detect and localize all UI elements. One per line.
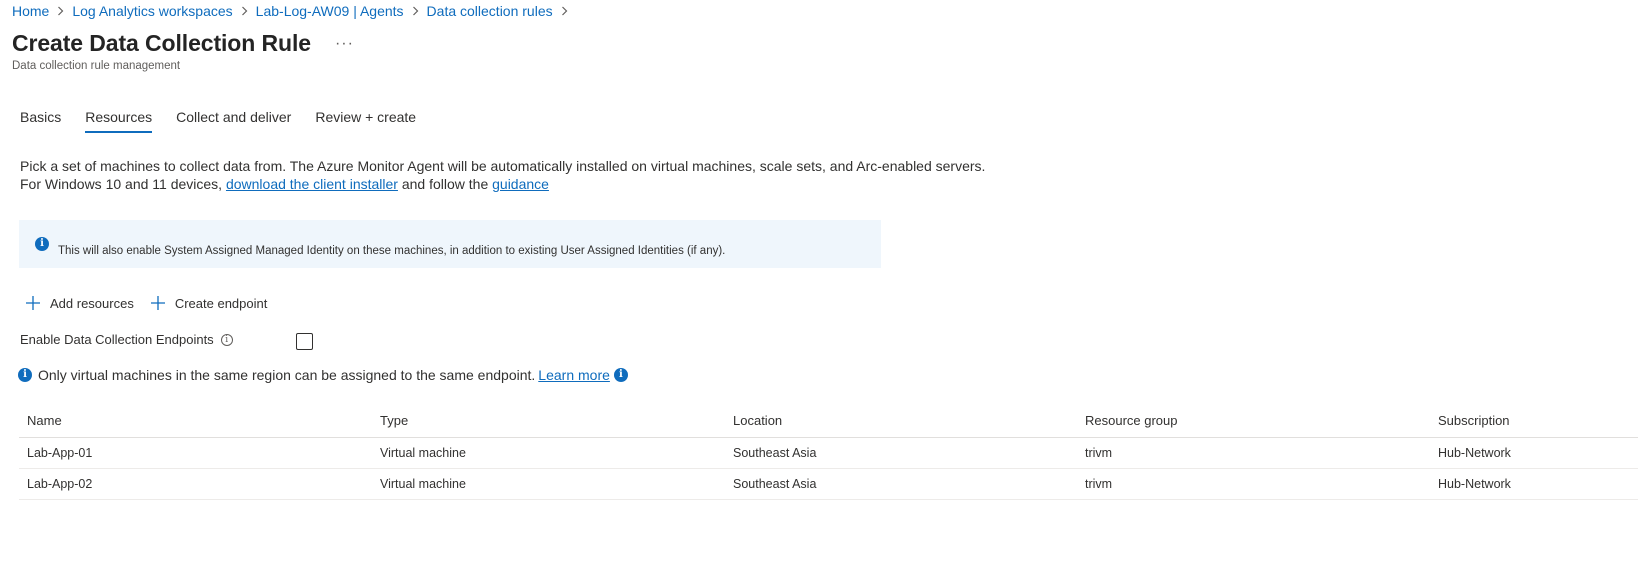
info-banner: i This will also enable System Assigned …	[19, 220, 881, 268]
create-endpoint-label: Create endpoint	[174, 295, 268, 311]
info-icon: i	[18, 368, 32, 382]
breadcrumb-home[interactable]: Home	[12, 3, 49, 19]
learn-more-link[interactable]: Learn more	[538, 367, 610, 383]
resources-description: Pick a set of machines to collect data f…	[20, 157, 985, 193]
chevron-right-icon	[411, 6, 420, 16]
breadcrumb: Home Log Analytics workspaces Lab-Log-AW…	[12, 3, 576, 19]
enable-dce-checkbox[interactable]	[296, 333, 313, 350]
plus-icon	[150, 296, 165, 310]
plus-icon	[26, 296, 40, 310]
chevron-right-icon	[56, 6, 65, 16]
create-endpoint-button[interactable]: Create endpoint	[150, 295, 268, 311]
table-row[interactable]: Lab-App-02 Virtual machine Southeast Asi…	[19, 469, 1638, 500]
add-resources-button[interactable]: Add resources	[25, 295, 134, 311]
description-line-2-prefix: For Windows 10 and 11 devices,	[20, 176, 226, 192]
cell-subscription: Hub-Network	[1438, 477, 1511, 491]
description-line-2: For Windows 10 and 11 devices, download …	[20, 175, 985, 193]
column-header-subscription[interactable]: Subscription	[1430, 413, 1638, 428]
info-icon: i	[35, 237, 49, 251]
cell-subscription: Hub-Network	[1438, 446, 1511, 460]
download-client-installer-link[interactable]: download the client installer	[226, 176, 398, 192]
cell-name: Lab-App-01	[27, 446, 93, 460]
cell-resource-group: trivm	[1085, 446, 1113, 460]
column-header-type[interactable]: Type	[372, 413, 725, 428]
enable-dce-row: Enable Data Collection Endpoints i	[20, 332, 313, 350]
cell-type: Virtual machine	[380, 446, 466, 460]
cell-location: Southeast Asia	[733, 446, 817, 460]
command-bar: Add resources Create endpoint	[25, 295, 283, 311]
tab-resources[interactable]: Resources	[85, 109, 152, 133]
column-header-location[interactable]: Location	[725, 413, 1077, 428]
more-options-button[interactable]: ···	[335, 35, 354, 53]
tab-review-create[interactable]: Review + create	[315, 109, 416, 133]
cell-resource-group: trivm	[1085, 477, 1113, 491]
column-header-resource-group[interactable]: Resource group	[1077, 413, 1430, 428]
enable-dce-label: Enable Data Collection Endpoints	[20, 332, 214, 347]
cell-type: Virtual machine	[380, 477, 466, 491]
breadcrumb-workspace-agents[interactable]: Lab-Log-AW09 | Agents	[256, 3, 404, 19]
description-line-1: Pick a set of machines to collect data f…	[20, 158, 986, 174]
chevron-right-icon	[240, 6, 249, 16]
tab-basics[interactable]: Basics	[20, 109, 61, 133]
title-row: Create Data Collection Rule ···	[12, 30, 354, 57]
breadcrumb-log-analytics-workspaces[interactable]: Log Analytics workspaces	[72, 3, 232, 19]
page-subtitle: Data collection rule management	[12, 60, 181, 72]
info-tooltip-icon[interactable]: i	[220, 333, 233, 346]
description-line-2-middle: and follow the	[397, 176, 493, 192]
wizard-tabs: Basics Resources Collect and deliver Rev…	[20, 109, 440, 133]
breadcrumb-data-collection-rules[interactable]: Data collection rules	[427, 3, 553, 19]
page-title: Create Data Collection Rule	[12, 30, 311, 56]
chevron-right-icon	[560, 6, 569, 16]
table-row[interactable]: Lab-App-01 Virtual machine Southeast Asi…	[19, 438, 1638, 469]
guidance-link[interactable]: guidance	[492, 176, 549, 192]
region-note-text: Only virtual machines in the same region…	[38, 367, 536, 383]
region-note: i Only virtual machines in the same regi…	[18, 367, 634, 383]
cell-name: Lab-App-02	[27, 477, 93, 491]
table-header: Name Type Location Resource group Subscr…	[19, 404, 1638, 438]
info-icon[interactable]: i	[613, 368, 628, 382]
column-header-name[interactable]: Name	[19, 413, 372, 428]
info-banner-text: This will also enable System Assigned Ma…	[58, 245, 726, 257]
resources-table: Name Type Location Resource group Subscr…	[19, 404, 1638, 500]
add-resources-label: Add resources	[50, 295, 134, 311]
cell-location: Southeast Asia	[733, 477, 817, 491]
tab-collect-and-deliver[interactable]: Collect and deliver	[176, 109, 291, 133]
